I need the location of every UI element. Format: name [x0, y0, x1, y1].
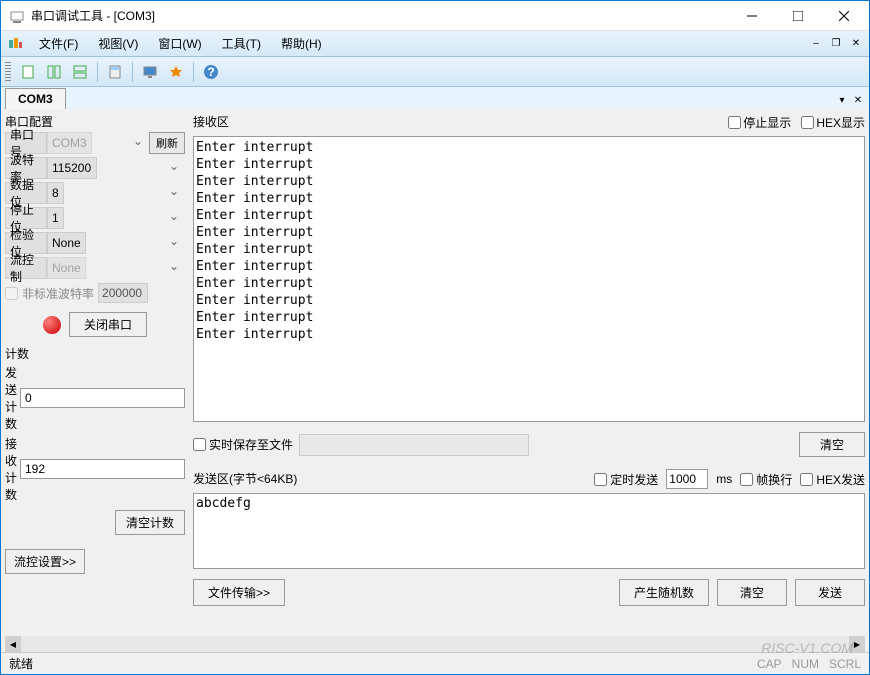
stop-display-checkbox[interactable]	[728, 116, 741, 129]
toolbar-monitor-icon[interactable]	[137, 59, 163, 85]
nonstd-input[interactable]	[98, 283, 148, 303]
status-num: NUM	[792, 657, 819, 671]
tab-dropdown-icon[interactable]: ▾	[835, 93, 849, 107]
left-panel: 串口配置 串口号 COM3 刷新 波特率 115200 数据位 8 停止位 1 …	[5, 113, 185, 661]
toolbar-tile-h-icon[interactable]	[41, 59, 67, 85]
baud-select[interactable]: 115200	[47, 157, 97, 179]
file-transfer-button[interactable]: 文件传输>>	[193, 579, 285, 606]
timer-send-checkbox[interactable]	[594, 473, 607, 486]
tab-close-icon[interactable]: ✕	[851, 93, 865, 107]
mdi-close[interactable]: ✕	[847, 36, 865, 52]
toolbar-star-icon[interactable]	[163, 59, 189, 85]
save-file-path[interactable]	[299, 434, 529, 456]
hex-display-label: HEX显示	[816, 114, 865, 131]
window-title: 串口调试工具 - [COM3]	[31, 7, 729, 24]
wrap-checkbox[interactable]	[740, 473, 753, 486]
send-clear-button[interactable]: 清空	[717, 579, 787, 606]
status-ready: 就绪	[9, 655, 757, 672]
main-area: 串口配置 串口号 COM3 刷新 波特率 115200 数据位 8 停止位 1 …	[1, 109, 869, 665]
send-count-label: 发送计数	[5, 364, 20, 432]
flowctrl-select[interactable]: None	[47, 257, 86, 279]
hex-send-label: HEX发送	[816, 471, 865, 488]
hex-display-checkbox[interactable]	[801, 116, 814, 129]
maximize-button[interactable]	[775, 1, 821, 31]
toolbar-new-icon[interactable]	[15, 59, 41, 85]
nonstd-checkbox[interactable]	[5, 287, 18, 300]
status-scrl: SCRL	[829, 657, 861, 671]
stopbits-select[interactable]: 1	[47, 207, 64, 229]
menu-view[interactable]: 视图(V)	[88, 32, 148, 55]
menubar-icon	[5, 34, 25, 54]
wrap-label: 帧换行	[756, 471, 792, 488]
send-title: 发送区(字节<64KB)	[193, 470, 586, 487]
tab-strip: COM3 ▾ ✕	[1, 87, 869, 109]
mdi-restore[interactable]: ❐	[827, 36, 845, 52]
tab-com3[interactable]: COM3	[5, 88, 66, 109]
toolbar-grip	[5, 62, 11, 82]
statusbar: 就绪 CAP NUM SCRL	[1, 652, 869, 674]
send-textarea[interactable]: abcdefg	[193, 493, 865, 569]
timer-input[interactable]	[666, 469, 708, 489]
toolbar-calc-icon[interactable]	[102, 59, 128, 85]
send-button[interactable]: 发送	[795, 579, 865, 606]
recv-textarea[interactable]: Enter interrupt Enter interrupt Enter in…	[193, 136, 865, 422]
titlebar: 串口调试工具 - [COM3]	[1, 1, 869, 31]
random-button[interactable]: 产生随机数	[619, 579, 709, 606]
close-button[interactable]	[821, 1, 867, 31]
flowctrl-label: 流控制	[5, 257, 47, 279]
scroll-track[interactable]	[21, 636, 849, 652]
toolbar-help-icon[interactable]: ?	[198, 59, 224, 85]
refresh-button[interactable]: 刷新	[149, 132, 185, 154]
clear-count-button[interactable]: 清空计数	[115, 510, 185, 535]
save-file-label: 实时保存至文件	[209, 436, 293, 453]
right-panel: 接收区 停止显示 HEX显示 Enter interrupt Enter int…	[193, 113, 865, 661]
watermark: RISC-V1.COM	[761, 640, 853, 656]
menu-file[interactable]: 文件(F)	[29, 32, 88, 55]
svg-text:?: ?	[207, 65, 214, 79]
send-count-input[interactable]	[20, 388, 185, 408]
horizontal-scrollbar[interactable]: ◀ ▶	[5, 636, 865, 652]
close-port-button[interactable]: 关闭串口	[69, 312, 147, 337]
status-indicator-icon	[43, 316, 61, 334]
app-icon	[9, 8, 25, 24]
timer-send-label: 定时发送	[610, 471, 658, 488]
status-cap: CAP	[757, 657, 782, 671]
parity-select[interactable]: None	[47, 232, 86, 254]
toolbar: ?	[1, 57, 869, 87]
menu-tools[interactable]: 工具(T)	[212, 32, 271, 55]
timer-unit: ms	[716, 472, 732, 486]
minimize-button[interactable]	[729, 1, 775, 31]
toolbar-tile-v-icon[interactable]	[67, 59, 93, 85]
nonstd-label: 非标准波特率	[22, 285, 94, 302]
databits-select[interactable]: 8	[47, 182, 64, 204]
menu-help[interactable]: 帮助(H)	[271, 32, 332, 55]
menu-window[interactable]: 窗口(W)	[148, 32, 211, 55]
scroll-left-icon[interactable]: ◀	[5, 636, 21, 652]
menubar: 文件(F) 视图(V) 窗口(W) 工具(T) 帮助(H) – ❐ ✕	[1, 31, 869, 57]
save-file-checkbox[interactable]	[193, 438, 206, 451]
port-select[interactable]: COM3	[47, 132, 92, 154]
mdi-minimize[interactable]: –	[807, 36, 825, 52]
hex-send-checkbox[interactable]	[800, 473, 813, 486]
flow-settings-button[interactable]: 流控设置>>	[5, 549, 85, 574]
recv-count-label: 接收计数	[5, 435, 20, 503]
recv-title: 接收区	[193, 113, 728, 130]
count-title: 计数	[5, 345, 185, 362]
recv-clear-button[interactable]: 清空	[799, 432, 865, 457]
recv-count-input[interactable]	[20, 459, 185, 479]
stop-display-label: 停止显示	[743, 114, 791, 131]
